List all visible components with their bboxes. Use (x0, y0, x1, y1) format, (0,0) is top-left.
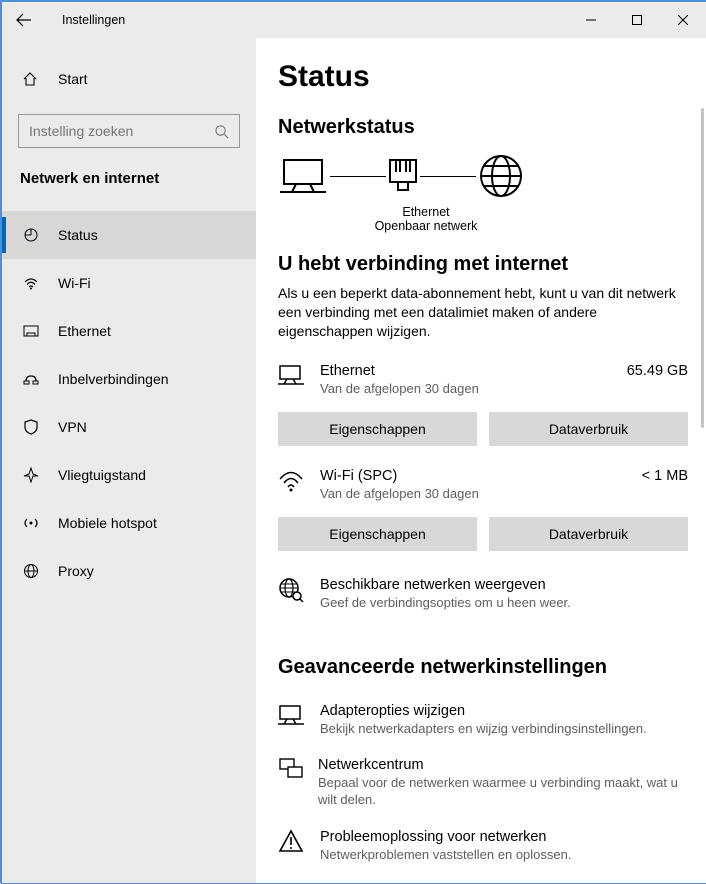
connection-row: Ethernet Van de afgelopen 30 dagen 65.49 G… (278, 357, 688, 402)
maximize-icon (632, 15, 642, 25)
close-button[interactable] (660, 2, 706, 38)
title-bar: Instellingen (2, 2, 706, 38)
advanced-link-sharing[interactable]: Netwerkcentrum Bepaal voor de netwerken w… (278, 747, 688, 819)
hotspot-icon (23, 515, 39, 531)
sidebar-item-label: Mobiele hotspot (58, 515, 157, 531)
ethernet-plug-icon (388, 156, 418, 196)
close-icon (678, 15, 688, 25)
sidebar-item-ethernet[interactable]: Ethernet (2, 307, 256, 355)
sidebar-item-label: Wi-Fi (58, 275, 91, 291)
advanced-link-subtitle: Bepaal voor de netwerken waarmee u verbi… (318, 775, 688, 809)
connection-name: Ethernet (320, 363, 619, 379)
connection-name: Wi-Fi (SPC) (320, 468, 634, 484)
connection-subtitle: Van de afgelopen 30 dagen (320, 486, 634, 501)
sidebar-item-label: Inbelverbindingen (58, 371, 169, 387)
search-icon (214, 124, 229, 139)
sidebar-item-proxy[interactable]: Proxy (2, 547, 256, 595)
properties-button[interactable]: Eigenschappen (278, 517, 477, 551)
connection-value: < 1 MB (642, 468, 688, 484)
section-advanced: Geavanceerde netwerkinstellingen (278, 656, 694, 679)
connected-paragraph: Als u een beperkt data-abonnement hebt, … (278, 284, 688, 341)
connection-value: 65.49 GB (627, 363, 688, 379)
troubleshoot-icon (278, 829, 304, 853)
sidebar-group-title: Netwerk en internet (20, 170, 256, 187)
sidebar-item-label: VPN (58, 419, 87, 435)
sidebar-item-dialup[interactable]: Inbelverbindingen (2, 355, 256, 403)
sidebar: Start Netwerk en internet Status Wi-Fi Eth… (2, 38, 256, 883)
connected-heading: U hebt verbinding met internet (278, 253, 694, 276)
dialup-icon (23, 371, 39, 387)
airplane-icon (23, 467, 39, 483)
globe-icon (478, 153, 524, 199)
back-button[interactable] (10, 6, 38, 34)
minimize-icon (586, 15, 596, 25)
sidebar-item-vpn[interactable]: VPN (2, 403, 256, 451)
adapters-icon (278, 703, 304, 727)
sidebar-item-label: Ethernet (58, 323, 111, 339)
properties-button[interactable]: Eigenschappen (278, 412, 477, 446)
connection-row: Wi-Fi (SPC) Van de afgelopen 30 dagen < 1 … (278, 462, 688, 507)
ethernet-icon (23, 323, 39, 339)
home-icon (22, 71, 38, 87)
scrollbar[interactable] (701, 108, 704, 428)
advanced-link-troubleshoot[interactable]: Probleemoplossing voor netwerken Netwerkp… (278, 819, 688, 874)
ethernet-icon (278, 363, 304, 387)
page-title: Status (278, 60, 694, 94)
wifi-icon (23, 275, 39, 291)
proxy-icon (23, 563, 39, 579)
sidebar-item-status[interactable]: Status (2, 211, 256, 259)
vpn-icon (23, 419, 39, 435)
show-networks-title: Beschikbare netwerken weergeven (320, 577, 571, 593)
advanced-link-title: Probleemoplossing voor netwerken (320, 829, 571, 845)
home-label: Start (58, 71, 88, 87)
advanced-link-subtitle: Bekijk netwerkadapters en wijzig verbind… (320, 721, 647, 738)
connection-subtitle: Van de afgelopen 30 dagen (320, 381, 619, 396)
search-input[interactable] (29, 123, 214, 139)
advanced-link-title: Netwerkcentrum (318, 757, 688, 773)
show-networks-link[interactable]: Beschikbare netwerken weergeven Geef de … (278, 567, 688, 622)
advanced-link-subtitle: Netwerkproblemen vaststellen en oplossen… (320, 847, 571, 864)
data-usage-button[interactable]: Dataverbruik (489, 517, 688, 551)
search-box[interactable] (18, 114, 240, 148)
sidebar-item-label: Vliegtuigstand (58, 467, 146, 483)
sidebar-item-label: Proxy (58, 563, 94, 579)
sidebar-item-hotspot[interactable]: Mobiele hotspot (2, 499, 256, 547)
sidebar-item-label: Status (58, 227, 98, 243)
data-usage-button[interactable]: Dataverbruik (489, 412, 688, 446)
diagram-label-bottom: Openbaar netwerk (366, 219, 486, 233)
wifi-icon (278, 468, 304, 492)
show-networks-subtitle: Geef de verbindingsopties om u heen weer… (320, 595, 571, 612)
minimize-button[interactable] (568, 2, 614, 38)
sidebar-item-wifi[interactable]: Wi-Fi (2, 259, 256, 307)
arrow-left-icon (16, 12, 32, 28)
section-network-status: Netwerkstatus (278, 116, 694, 139)
sharing-icon (278, 757, 304, 781)
diagram-label-top: Ethernet (366, 205, 486, 219)
computer-icon (278, 156, 328, 196)
sidebar-item-airplane[interactable]: Vliegtuigstand (2, 451, 256, 499)
advanced-link-adapters[interactable]: Adapteropties wijzigen Bekijk netwerkadap… (278, 693, 688, 748)
network-diagram (278, 153, 694, 199)
home-button[interactable]: Start (2, 60, 256, 98)
main-content: Status Netwerkstatus (256, 38, 706, 883)
advanced-link-title: Adapteropties wijzigen (320, 703, 647, 719)
window-title: Instellingen (62, 13, 125, 27)
status-icon (23, 227, 39, 243)
maximize-button[interactable] (614, 2, 660, 38)
globe-search-icon (278, 577, 304, 603)
